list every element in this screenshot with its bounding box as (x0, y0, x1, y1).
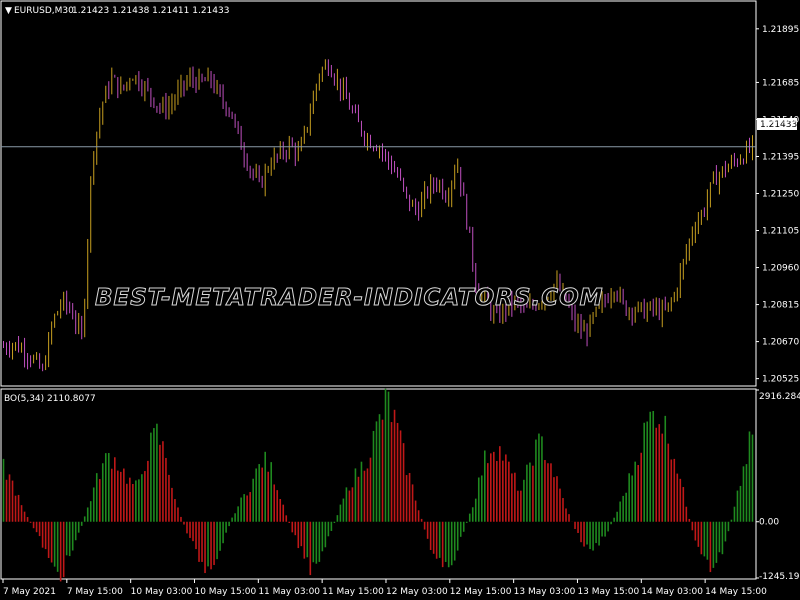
price-tick-label: 1.20670 (762, 338, 799, 348)
price-tick-label: 1.21105 (762, 227, 799, 237)
indicator-tick-label: 2916.2848 (759, 392, 800, 402)
time-tick-label: 14 May 03:00 (641, 587, 703, 597)
time-tick-label: 14 May 15:00 (705, 587, 767, 597)
time-tick-label: 7 May 2021 (3, 587, 56, 597)
watermark: BEST-METATRADER-INDICATORS.COM (95, 285, 604, 311)
indicator-tick-label: 0.00 (759, 518, 779, 528)
indicator-tick-label: -1245.1957 (759, 572, 800, 582)
price-tick-label: 1.21685 (762, 78, 799, 88)
time-tick-label: 11 May 15:00 (322, 587, 384, 597)
histogram-layer (2, 388, 754, 582)
ohlc-header: 1.21423 1.21438 1.21411 1.21433 (72, 6, 229, 16)
time-tick-label: 12 May 03:00 (386, 587, 448, 597)
price-tick-label: 1.20525 (762, 375, 799, 385)
price-tick-label: 1.20815 (762, 301, 799, 311)
time-tick-label: 12 May 15:00 (450, 587, 512, 597)
price-tick-label: 1.21250 (762, 190, 799, 200)
indicator-axis: 2916.2848 0.00 -1245.1957 (756, 389, 800, 582)
time-tick-label: 13 May 03:00 (514, 587, 576, 597)
time-tick-label: 13 May 15:00 (577, 587, 639, 597)
price-axis: 1.21895 1.21685 1.21540 1.21395 1.21250 1.211… (756, 25, 799, 385)
time-tick-label: 11 May 03:00 (258, 587, 320, 597)
time-tick-label: 10 May 03:00 (131, 587, 193, 597)
time-axis: 7 May 2021 7 May 15:00 10 May 03:00 10 May … (2, 579, 767, 597)
chart-window[interactable]: 1.21433 ▼ EURUSD,M30 1.21423 1.21438 1.2… (0, 0, 800, 600)
indicator-header: BO(5,34) 2110.8077 (4, 394, 96, 404)
symbol-header: EURUSD,M30 (14, 6, 74, 16)
price-tick-label: 1.20960 (762, 264, 799, 274)
price-tick-label: 1.21395 (762, 152, 799, 162)
time-tick-label: 10 May 15:00 (194, 587, 256, 597)
price-pane-frame (0, 0, 757, 387)
price-tick-label: 1.21540 (762, 115, 799, 125)
chart-header-caret: ▼ (5, 6, 12, 16)
price-tick-label: 1.21895 (762, 25, 799, 35)
time-tick-label: 7 May 15:00 (67, 587, 123, 597)
candles-layer (3, 59, 753, 372)
